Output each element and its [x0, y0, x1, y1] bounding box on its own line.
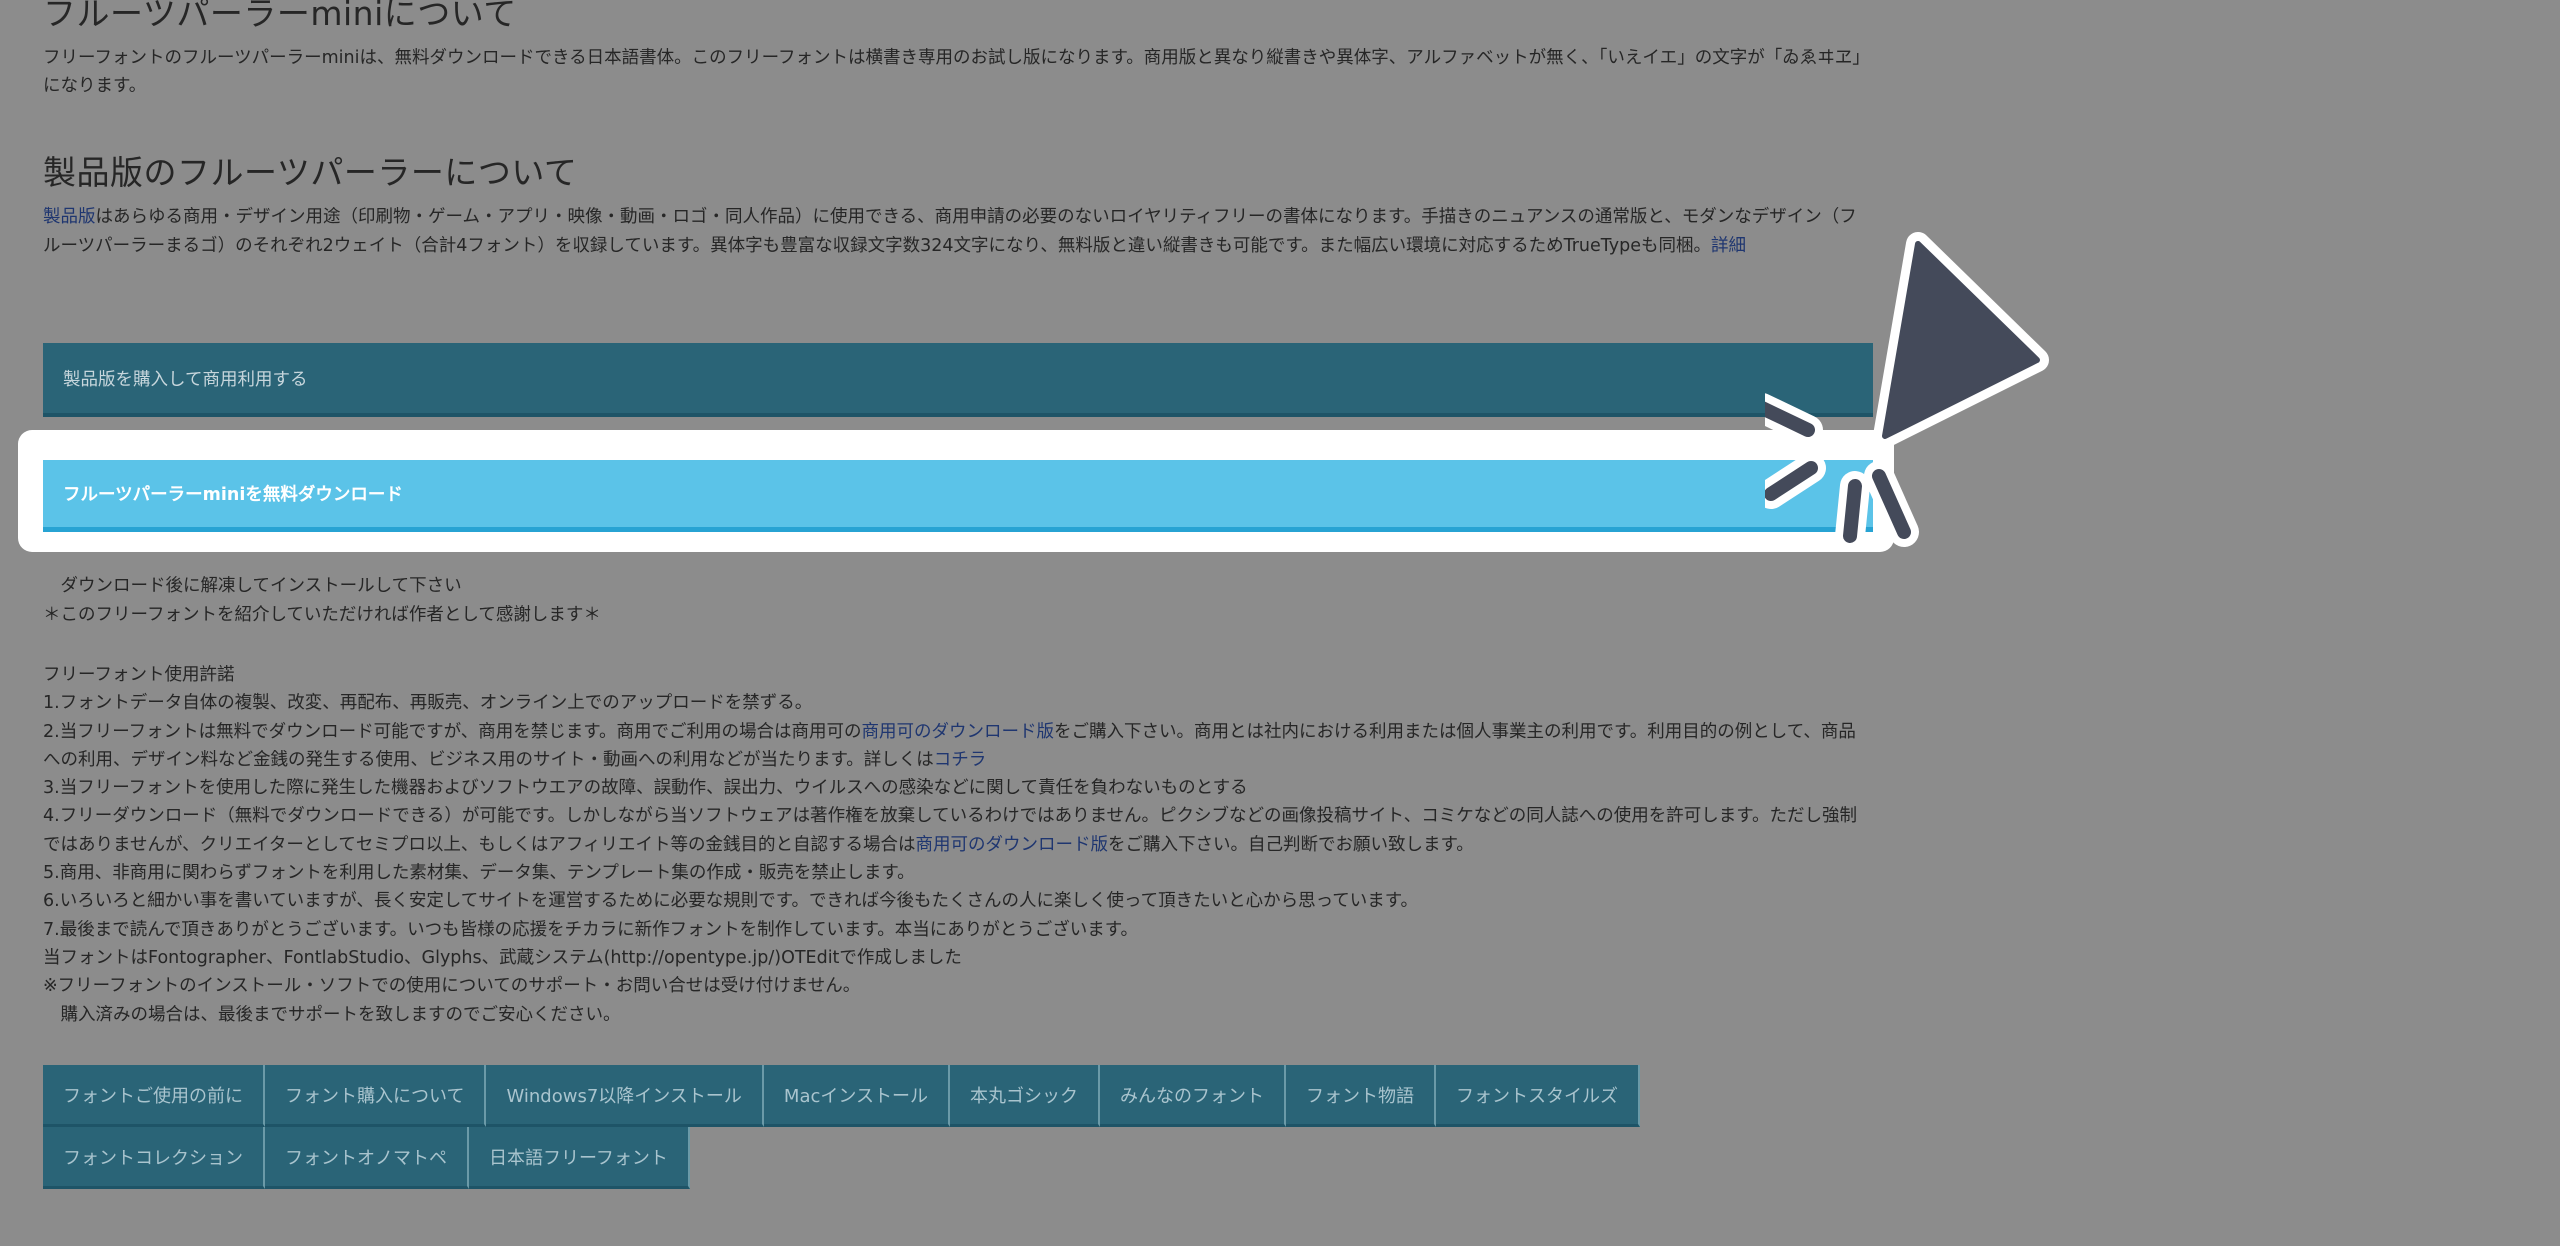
- font-nav-menu: フォントご使用の前に フォント購入について Windows7以降インストール M…: [43, 1065, 1703, 1189]
- product-section-heading: 製品版のフルーツパーラーについて: [43, 153, 578, 192]
- mini-section-heading: フルーツパーラーminiについて: [43, 0, 517, 33]
- nav-item-font-styles[interactable]: フォントスタイルズ: [1436, 1065, 1641, 1127]
- pointer-arrow-click-icon: [1747, 232, 2065, 576]
- free-download-button[interactable]: フルーツパーラーminiを無料ダウンロード: [43, 460, 1873, 532]
- nav-item-font-onomatopoeia[interactable]: フォントオノマトペ: [265, 1127, 469, 1189]
- nav-item-japanese-free-font[interactable]: 日本語フリーフォント: [469, 1127, 690, 1189]
- license-item-2: 2.当フリーフォントは無料でダウンロード可能ですが、商用を禁じます。商用でご利用…: [43, 718, 1873, 775]
- nav-item-mac-install[interactable]: Macインストール: [763, 1065, 951, 1127]
- nav-item-windows-install[interactable]: Windows7以降インストール: [486, 1065, 764, 1127]
- license-item-1: 1.フォントデータ自体の複製、改変、再配布、再販売、オンライン上でのアップロード…: [43, 693, 813, 714]
- free-download-label: フルーツパーラーminiを無料ダウンロード: [63, 485, 403, 505]
- license-item-7: 7.最後まで読んで頂きありがとうございます。いつも皆様の応援をチカラに新作フォン…: [43, 919, 1139, 940]
- details-here-link[interactable]: コチラ: [934, 750, 987, 770]
- license-item-5: 5.商用、非商用に関わらずフォントを利用した素材集、データ集、テンプレート集の作…: [43, 863, 915, 884]
- commercial-download-link[interactable]: 商用可のダウンロード版: [862, 722, 1055, 742]
- commercial-download-link-2[interactable]: 商用可のダウンロード版: [916, 835, 1109, 855]
- license-item-2-text-a: 2.当フリーフォントは無料でダウンロード可能ですが、商用を禁じます。商用でご利用…: [43, 721, 862, 742]
- notes-line-1: ダウンロード後に解凍してインストールして下さい: [43, 576, 462, 596]
- license-item-4-text-b: をご購入下さい。自己判断でお願い致します。: [1108, 834, 1474, 855]
- nav-item-font-story[interactable]: フォント物語: [1286, 1065, 1437, 1127]
- buy-commercial-label: 製品版を購入して商用利用する: [63, 369, 308, 390]
- support-note: ※フリーフォントのインストール・ソフトでの使用についてのサポート・お問い合せは受…: [43, 976, 861, 997]
- download-notes: ダウンロード後に解凍してインストールして下さい ＊このフリーフォントを紹介してい…: [43, 572, 1873, 629]
- license-terms: フリーフォント使用許諾 1.フォントデータ自体の複製、改変、再配布、再販売、オン…: [43, 661, 1873, 1029]
- license-item-4: 4.フリーダウンロード（無料でダウンロードできる）が可能です。しかしながら当ソフ…: [43, 802, 1873, 859]
- nav-item-honmaru-gothic[interactable]: 本丸ゴシック: [950, 1065, 1101, 1127]
- nav-item-minna-font[interactable]: みんなのフォント: [1100, 1065, 1287, 1127]
- nav-item-purchase[interactable]: フォント購入について: [265, 1065, 487, 1127]
- purchased-note: 購入済みの場合は、最後までサポートを致しますのでご安心ください。: [43, 1004, 621, 1025]
- buy-commercial-button[interactable]: 製品版を購入して商用利用する: [43, 343, 1873, 417]
- license-title: フリーフォント使用許諾: [43, 665, 235, 685]
- detail-link[interactable]: 詳細: [1711, 236, 1746, 256]
- product-link[interactable]: 製品版: [43, 207, 96, 227]
- made-with-note: 当フォントはFontographer、FontlabStudio、Glyphs、…: [43, 947, 962, 968]
- license-item-3: 3.当フリーフォントを使用した際に発生した機器およびソフトウエアの故障、誤動作、…: [43, 778, 1248, 799]
- notes-line-2: ＊このフリーフォントを紹介していただければ作者として感謝します＊: [43, 604, 601, 625]
- license-item-6: 6.いろいろと細かい事を書いていますが、長く安定してサイトを運営するために必要な…: [43, 891, 1419, 912]
- product-body-text: はあらゆる商用・デザイン用途（印刷物・ゲーム・アプリ・映像・動画・ロゴ・同人作品…: [43, 207, 1857, 256]
- nav-item-font-collection[interactable]: フォントコレクション: [43, 1127, 265, 1189]
- mini-section-body: フリーフォントのフルーツパーラーminiは、無料ダウンロードできる日本語書体。こ…: [43, 48, 1870, 96]
- product-section-body: 製品版はあらゆる商用・デザイン用途（印刷物・ゲーム・アプリ・映像・動画・ロゴ・同…: [43, 203, 1873, 260]
- nav-item-before-use[interactable]: フォントご使用の前に: [43, 1065, 265, 1127]
